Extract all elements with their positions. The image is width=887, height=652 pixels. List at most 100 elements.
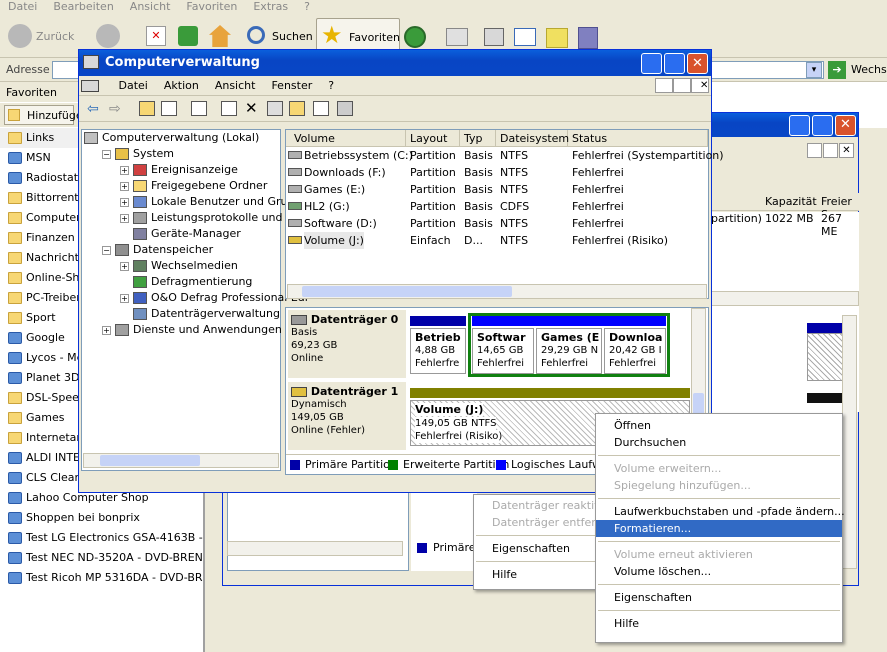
maximize-icon[interactable] bbox=[664, 53, 685, 74]
tree-item[interactable]: Datenträgerverwaltung bbox=[82, 306, 280, 322]
disk1-label[interactable]: Datenträger 1 Dynamisch 149,05 GB Online… bbox=[288, 382, 406, 450]
context-menu-item[interactable]: Laufwerkbuchstaben und -pfade ändern... bbox=[596, 503, 845, 520]
search-label[interactable]: Suchen bbox=[272, 30, 313, 43]
tree-hscroll[interactable] bbox=[83, 453, 279, 468]
favorite-item[interactable]: Shoppen bei bonprix bbox=[0, 508, 203, 528]
scroll-thumb[interactable] bbox=[302, 286, 512, 297]
stop-icon[interactable]: ✕ bbox=[146, 26, 166, 46]
volume-row[interactable]: Betriebssystem (C:) Partition Basis NTFS Feh… bbox=[286, 147, 724, 164]
cv-menu-item[interactable]: Fenster bbox=[263, 76, 320, 96]
disk0-partition-4[interactable]: Downloa 20,42 GB I Fehlerfrei bbox=[604, 328, 666, 374]
context-menu-item[interactable]: Durchsuchen bbox=[596, 434, 842, 451]
search-icon[interactable] bbox=[247, 26, 265, 44]
volume-row[interactable]: Downloads (F:) Partition Basis NTFS Fehlerfr… bbox=[286, 164, 708, 181]
forward-arrow-icon[interactable]: ⇨ bbox=[109, 101, 121, 117]
ie-menu-item[interactable]: Datei bbox=[0, 0, 45, 13]
disk0-label[interactable]: Datenträger 0 Basis 69,23 GB Online bbox=[288, 310, 406, 378]
app-menu-icon[interactable] bbox=[81, 80, 99, 92]
column-header[interactable]: Layout bbox=[406, 130, 460, 147]
back-label[interactable]: Zurück bbox=[36, 30, 74, 43]
tree-item[interactable]: − System bbox=[82, 146, 280, 162]
expand-icon[interactable]: + bbox=[120, 197, 129, 207]
ie-menu-item[interactable]: Ansicht bbox=[122, 0, 179, 13]
tree-item[interactable]: Geräte-Manager bbox=[82, 226, 280, 242]
properties-2-icon[interactable] bbox=[267, 101, 283, 116]
close-icon[interactable]: ✕ bbox=[687, 53, 708, 74]
cv-menu-item[interactable]: Aktion bbox=[156, 76, 207, 96]
history-icon[interactable] bbox=[404, 26, 426, 48]
collapse-icon[interactable]: − bbox=[102, 245, 111, 255]
bg-hscroll[interactable] bbox=[711, 291, 859, 306]
discuss-icon[interactable] bbox=[546, 28, 568, 48]
show-tree-icon[interactable] bbox=[161, 101, 177, 116]
volume-row[interactable]: HL2 (G:) Partition Basis CDFS Fehlerfrei bbox=[286, 198, 708, 215]
scroll-thumb[interactable] bbox=[100, 455, 200, 466]
cv-menu-item[interactable]: Ansicht bbox=[207, 76, 264, 96]
expand-icon[interactable]: + bbox=[120, 213, 129, 223]
mdi-close-icon[interactable]: ✕ bbox=[839, 143, 854, 158]
ie-menu-item[interactable]: Extras bbox=[245, 0, 296, 13]
context-menu-item[interactable]: Formatieren... bbox=[596, 520, 842, 537]
bg-tree-hscroll[interactable] bbox=[227, 541, 403, 556]
messenger-icon[interactable] bbox=[578, 27, 598, 49]
expand-icon[interactable]: + bbox=[120, 261, 129, 271]
column-header[interactable]: Volume bbox=[290, 130, 406, 147]
mdi-restore-icon[interactable] bbox=[823, 143, 838, 158]
expand-icon[interactable]: + bbox=[120, 181, 129, 191]
ie-menu-item[interactable]: ? bbox=[296, 0, 318, 13]
expand-icon[interactable]: + bbox=[120, 165, 129, 175]
column-header[interactable]: Status bbox=[568, 130, 708, 147]
tree-item[interactable]: + Lokale Benutzer und Gruppen bbox=[82, 194, 315, 210]
properties-icon[interactable] bbox=[191, 101, 207, 116]
forward-icon[interactable] bbox=[96, 24, 120, 48]
bg-col-capacity[interactable]: Kapazität bbox=[765, 195, 817, 208]
disk0-partition-1[interactable]: Betrieb 4,88 GB Fehlerfre bbox=[410, 328, 466, 374]
tree-item[interactable]: Computerverwaltung (Lokal) bbox=[82, 130, 280, 146]
mail-icon[interactable] bbox=[446, 28, 468, 46]
maximize-icon[interactable] bbox=[812, 115, 833, 136]
volume-row[interactable]: Games (E:) Partition Basis NTFS Fehlerfrei bbox=[286, 181, 708, 198]
back-arrow-icon[interactable]: ⇦ bbox=[87, 101, 99, 117]
ie-menu-item[interactable]: Bearbeiten bbox=[45, 0, 121, 13]
tree-item[interactable]: Defragmentierung bbox=[82, 274, 280, 290]
tree-item[interactable]: + Leistungsprotokolle und Warn bbox=[82, 210, 314, 226]
search-icon[interactable] bbox=[313, 101, 329, 116]
column-header[interactable]: Typ bbox=[460, 130, 496, 147]
expand-icon[interactable]: + bbox=[102, 325, 111, 335]
context-menu-item[interactable]: Eigenschaften bbox=[596, 589, 842, 606]
disk0-partition-2[interactable]: Softwar 14,65 GB Fehlerfrei bbox=[472, 328, 534, 374]
context-menu-item[interactable]: Hilfe bbox=[596, 615, 842, 632]
tree-item[interactable]: + O&O Defrag Professional Edi bbox=[82, 290, 308, 306]
add-favorite-button[interactable]: Hinzufüge bbox=[4, 105, 83, 125]
mdi-minimize-icon[interactable] bbox=[655, 78, 673, 93]
context-menu-item[interactable]: Öffnen bbox=[596, 417, 842, 434]
ie-menu-item[interactable]: Favoriten bbox=[178, 0, 245, 13]
tree-item[interactable]: − Datenspeicher bbox=[82, 242, 280, 258]
address-dropdown-icon[interactable]: ▾ bbox=[806, 62, 822, 78]
refresh-icon[interactable] bbox=[178, 26, 198, 46]
go-label[interactable]: Wechseln bbox=[851, 63, 887, 76]
expand-icon[interactable]: + bbox=[120, 293, 129, 303]
delete-icon[interactable]: ✕ bbox=[245, 99, 258, 117]
column-header[interactable]: Dateisystem bbox=[496, 130, 569, 147]
tree-item[interactable]: + Wechselmedien bbox=[82, 258, 280, 274]
refresh-icon[interactable] bbox=[221, 101, 237, 116]
cv-menu-item[interactable]: Datei bbox=[111, 76, 156, 96]
tree-item[interactable]: + Dienste und Anwendungen bbox=[82, 322, 282, 338]
print-icon[interactable] bbox=[484, 28, 504, 46]
back-icon[interactable] bbox=[8, 24, 32, 48]
tree-item[interactable]: + Ereignisanzeige bbox=[82, 162, 280, 178]
volume-row[interactable]: Volume (J:) Einfach D... NTFS Fehlerfrei (Ri… bbox=[286, 232, 708, 249]
favorite-item[interactable]: Test LG Electronics GSA-4163B - ... bbox=[0, 528, 203, 548]
minimize-icon[interactable] bbox=[789, 115, 810, 136]
volume-hscroll[interactable] bbox=[287, 284, 707, 299]
edit-icon[interactable] bbox=[514, 28, 536, 46]
minimize-icon[interactable] bbox=[641, 53, 662, 74]
mdi-restore-icon[interactable] bbox=[673, 78, 691, 93]
settings-icon[interactable] bbox=[337, 101, 353, 116]
disk0-partition-3[interactable]: Games (E 29,29 GB N Fehlerfrei bbox=[536, 328, 602, 374]
mdi-close-icon[interactable]: ✕ bbox=[691, 78, 709, 93]
favorite-item[interactable]: Test Ricoh MP 5316DA - DVD-BR... bbox=[0, 568, 203, 588]
open-icon[interactable] bbox=[289, 101, 305, 116]
close-icon[interactable]: ✕ bbox=[835, 115, 856, 136]
